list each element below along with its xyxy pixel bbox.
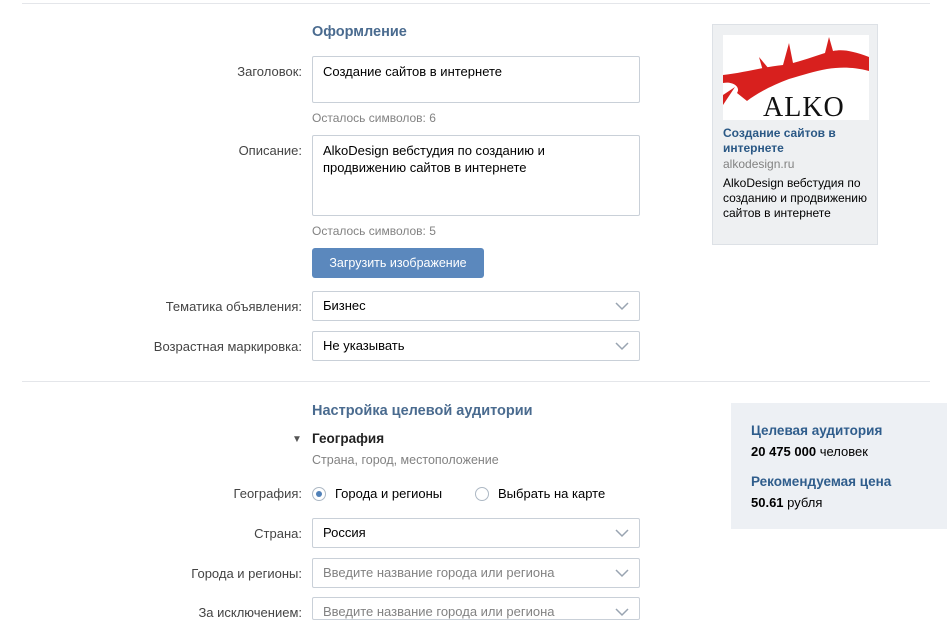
description-input[interactable]: AlkoDesign вебстудия по созданию и продв… [312,135,640,216]
radio-select-on-map-label[interactable]: Выбрать на карте [498,486,605,501]
geography-label: География: [233,486,302,501]
radio-cities-regions-label[interactable]: Города и регионы [335,486,442,501]
description-char-counter: Осталось символов: 5 [312,224,436,238]
title-label: Заголовок: [237,64,302,79]
country-select[interactable]: Россия [312,518,640,548]
chevron-down-icon [615,569,629,578]
target-audience-count: 20 475 000 [751,444,817,459]
top-divider [22,3,930,4]
cities-label: Города и регионы: [191,566,302,581]
recommended-price-unit: рубля [787,495,823,510]
chevron-down-icon [615,342,629,351]
ad-preview-domain: alkodesign.ru [723,157,795,171]
chevron-down-icon [615,608,629,617]
age-label: Возрастная маркировка: [153,339,302,354]
recommended-price-amount: 50.61 [751,495,784,510]
topic-select-value: Бизнес [323,298,366,313]
design-section-title: Оформление [312,24,407,40]
cities-select[interactable]: Введите название города или региона [312,558,640,588]
section-divider [22,381,930,382]
except-label: За исключением: [198,605,302,620]
title-input[interactable]: Создание сайтов в интернете [312,56,640,103]
collapse-triangle-icon[interactable]: ▼ [292,434,302,445]
country-select-value: Россия [323,525,366,540]
recommended-price-value: 50.61 рубля [751,495,822,510]
country-label: Страна: [254,526,302,541]
topic-select[interactable]: Бизнес [312,291,640,321]
ad-preview-title[interactable]: Создание сайтов в интернете [723,126,869,156]
target-audience-title: Целевая аудитория [751,423,883,438]
topic-label: Тематика объявления: [165,299,302,314]
age-select-value: Не указывать [323,338,405,353]
audience-summary-box: Целевая аудитория 20 475 000 человек Рек… [731,403,947,529]
cities-placeholder: Введите название города или региона [323,565,555,580]
radio-cities-regions[interactable] [312,487,326,501]
ad-preview-image: ALKO [723,35,869,120]
description-label: Описание: [238,143,302,158]
chevron-down-icon [615,302,629,311]
geography-subsection-title[interactable]: География [312,431,384,446]
ad-preview-description: AlkoDesign вебстудия по созданию и продв… [723,176,867,220]
geography-subtitle: Страна, город, местоположение [312,453,499,467]
chevron-down-icon [615,529,629,538]
radio-select-on-map[interactable] [475,487,489,501]
target-audience-unit: человек [819,444,868,459]
except-placeholder: Введите название города или региона [323,604,555,619]
upload-image-button[interactable]: Загрузить изображение [312,248,484,278]
target-audience-value: 20 475 000 человек [751,444,868,459]
except-select[interactable]: Введите название города или региона [312,597,640,620]
title-char-counter: Осталось символов: 6 [312,111,436,125]
audience-section-title: Настройка целевой аудитории [312,403,533,419]
recommended-price-title: Рекомендуемая цена [751,474,892,489]
ad-preview: ALKO Создание сайтов в интернете alkodes… [712,24,878,245]
logo-text: ALKO [763,92,845,121]
age-select[interactable]: Не указывать [312,331,640,361]
